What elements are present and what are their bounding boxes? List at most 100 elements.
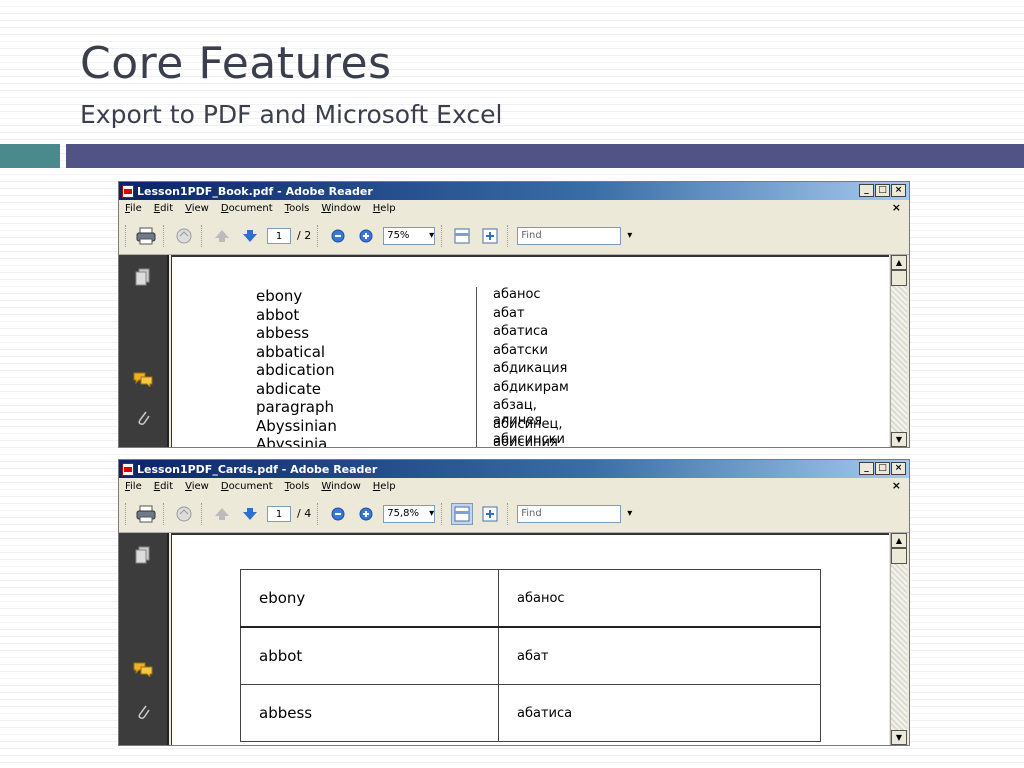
- scroll-thumb[interactable]: [891, 548, 907, 564]
- toolbar-separator: [507, 224, 511, 247]
- card-english: abbess: [240, 684, 499, 742]
- column-divider: [476, 287, 477, 447]
- toolbar-grip[interactable]: [125, 224, 129, 247]
- navigation-pane: [119, 255, 169, 447]
- accent-bar-right: [66, 144, 1024, 168]
- minimize-button[interactable]: _: [859, 462, 874, 475]
- window-controls: _ □ ×: [859, 184, 906, 197]
- menu-window[interactable]: Window: [321, 203, 360, 214]
- english-word: Abyssinian: [256, 416, 337, 435]
- close-button[interactable]: ×: [891, 184, 906, 197]
- translation: абатски: [493, 342, 548, 358]
- page-number-input[interactable]: 1: [267, 505, 291, 522]
- english-word: abbot: [256, 305, 300, 324]
- find-input[interactable]: Find: [517, 226, 622, 245]
- menu-help[interactable]: Help: [373, 481, 396, 492]
- translation: абанос: [493, 287, 541, 302]
- document-area: ebony абанос abbot абат abbess абатиса ▲…: [119, 533, 909, 745]
- maximize-button[interactable]: □: [875, 462, 890, 475]
- next-page-icon[interactable]: [239, 503, 261, 525]
- vertical-scrollbar[interactable]: ▲ ▼: [890, 533, 907, 745]
- minimize-button[interactable]: _: [859, 184, 874, 197]
- translation: абат: [493, 305, 525, 321]
- pages-icon[interactable]: [133, 267, 153, 287]
- card-translation: абатиса: [498, 684, 821, 742]
- toolbar: 1 / 2 75% ▾ Find ▾: [119, 217, 909, 255]
- document-area: ebony абанос abbot абат abbess абатиса abba…: [119, 255, 909, 447]
- print-icon[interactable]: [135, 503, 157, 525]
- page-number-input[interactable]: 1: [267, 227, 291, 244]
- scroll-up-button[interactable]: ▲: [891, 255, 907, 270]
- previous-page-icon[interactable]: [211, 503, 233, 525]
- menu-document[interactable]: Document: [221, 481, 273, 492]
- zoom-select[interactable]: 75,8% ▾: [383, 504, 436, 523]
- window-title: Lesson1PDF_Cards.pdf - Adobe Reader: [137, 462, 378, 476]
- scroll-up-button[interactable]: ▲: [891, 533, 907, 548]
- menu-tools[interactable]: Tools: [285, 203, 310, 214]
- menu-document[interactable]: Document: [221, 203, 273, 214]
- fit-width-icon[interactable]: [451, 225, 473, 247]
- attachments-icon[interactable]: [133, 407, 153, 427]
- vertical-scrollbar[interactable]: ▲ ▼: [890, 255, 907, 447]
- zoom-select[interactable]: 75% ▾: [383, 226, 436, 245]
- menu-edit[interactable]: Edit: [154, 481, 173, 492]
- zoom-in-icon[interactable]: [355, 503, 377, 525]
- zoom-in-icon[interactable]: [355, 225, 377, 247]
- translation: абдикация: [493, 361, 568, 376]
- menu-view[interactable]: View: [185, 481, 209, 492]
- attachments-icon[interactable]: [133, 701, 153, 721]
- pdf-page[interactable]: ebony абанос abbot абат abbess абатиса abba…: [171, 255, 889, 447]
- fit-width-icon[interactable]: [451, 502, 474, 525]
- fit-page-icon[interactable]: [479, 503, 501, 525]
- comments-icon[interactable]: [133, 659, 153, 679]
- fit-page-icon[interactable]: [479, 225, 501, 247]
- english-word: ebony: [256, 287, 303, 305]
- window-controls: _ □ ×: [859, 462, 906, 475]
- close-button[interactable]: ×: [891, 462, 906, 475]
- window-titlebar[interactable]: Lesson1PDF_Cards.pdf - Adobe Reader _ □ …: [119, 460, 909, 478]
- chevron-down-icon: ▾: [429, 507, 435, 519]
- menu-edit[interactable]: Edit: [154, 203, 173, 214]
- toolbar-grip[interactable]: [125, 502, 129, 525]
- english-word: paragraph: [256, 398, 334, 416]
- english-word: abdicate: [256, 379, 321, 398]
- translation: абдикирам: [493, 379, 569, 395]
- maximize-button[interactable]: □: [875, 184, 890, 197]
- print-icon[interactable]: [135, 225, 157, 247]
- zoom-value: 75,8%: [387, 507, 419, 519]
- pdf-page[interactable]: ebony абанос abbot абат abbess абатиса: [171, 533, 889, 745]
- scroll-down-button[interactable]: ▼: [891, 730, 907, 745]
- collaborate-icon[interactable]: [173, 225, 195, 247]
- scroll-thumb[interactable]: [891, 270, 907, 286]
- card-english: abbot: [240, 626, 499, 685]
- english-word: abdication: [256, 361, 335, 379]
- find-input[interactable]: Find: [517, 504, 622, 523]
- document-close-icon[interactable]: ×: [892, 201, 901, 214]
- slide-title: Core Features: [80, 38, 392, 89]
- navigation-pane: [119, 533, 169, 745]
- zoom-out-icon[interactable]: [327, 503, 349, 525]
- menu-file[interactable]: File: [125, 203, 142, 214]
- translation: абатиса: [493, 324, 549, 339]
- zoom-value: 75%: [387, 229, 410, 241]
- menu-tools[interactable]: Tools: [285, 481, 310, 492]
- reader-window-cards: Lesson1PDF_Cards.pdf - Adobe Reader _ □ …: [118, 459, 910, 746]
- window-titlebar[interactable]: Lesson1PDF_Book.pdf - Adobe Reader _ □ ×: [119, 182, 909, 200]
- menu-bar: File Edit View Document Tools Window Hel…: [119, 200, 909, 217]
- comments-icon[interactable]: [133, 369, 153, 389]
- pages-icon[interactable]: [133, 545, 153, 565]
- menu-window[interactable]: Window: [321, 481, 360, 492]
- scroll-down-button[interactable]: ▼: [891, 432, 907, 447]
- menu-file[interactable]: File: [125, 481, 142, 492]
- document-close-icon[interactable]: ×: [892, 479, 901, 492]
- zoom-out-icon[interactable]: [327, 225, 349, 247]
- find-dropdown-icon[interactable]: ▾: [627, 508, 632, 519]
- collaborate-icon[interactable]: [173, 503, 195, 525]
- next-page-icon[interactable]: [239, 225, 261, 247]
- english-word: abbess: [256, 324, 310, 342]
- menu-help[interactable]: Help: [373, 203, 396, 214]
- find-dropdown-icon[interactable]: ▾: [627, 230, 632, 241]
- previous-page-icon[interactable]: [211, 225, 233, 247]
- toolbar-separator: [507, 502, 511, 525]
- menu-view[interactable]: View: [185, 203, 209, 214]
